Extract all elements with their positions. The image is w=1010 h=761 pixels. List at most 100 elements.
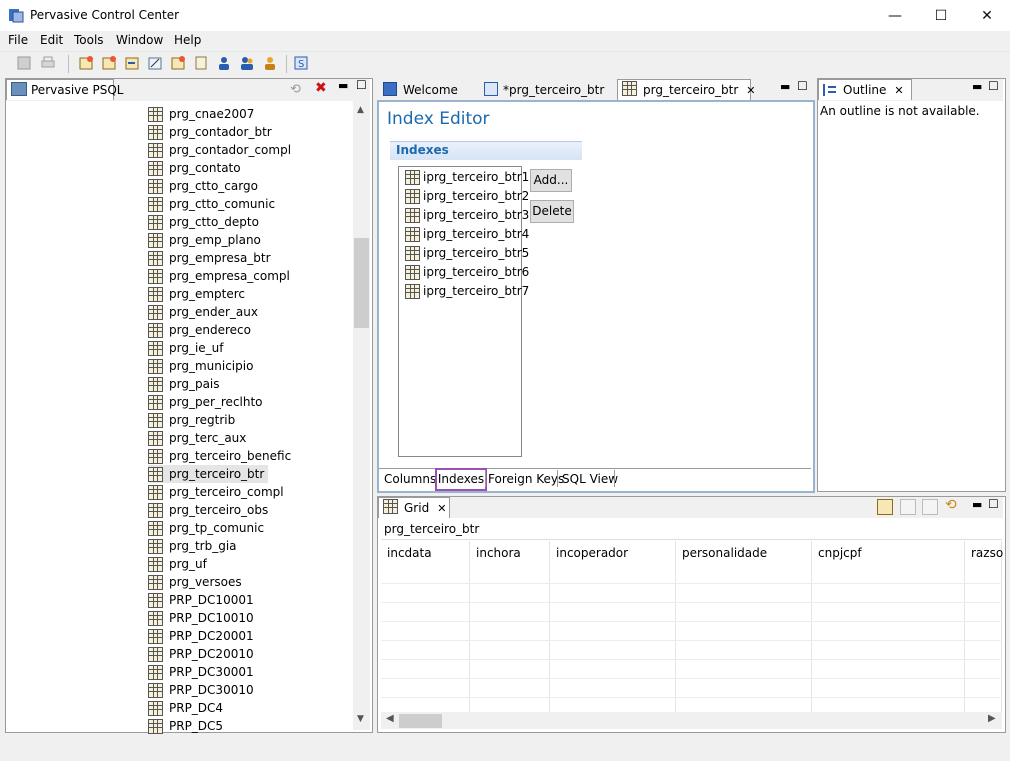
edit-row-icon[interactable] xyxy=(900,499,916,515)
scroll-right-icon[interactable]: ▶ xyxy=(988,713,996,724)
document-icon[interactable] xyxy=(193,55,211,73)
tree-item[interactable]: prg_ender_aux xyxy=(148,303,262,321)
scroll-down-icon[interactable]: ▼ xyxy=(357,714,364,724)
tree-item[interactable]: PRP_DC30010 xyxy=(148,681,258,699)
tree-item[interactable]: prg_cnae2007 xyxy=(148,105,258,123)
menu-tools[interactable]: Tools xyxy=(74,33,104,47)
tree-item[interactable]: prg_contato xyxy=(148,159,245,177)
close-button[interactable]: ✕ xyxy=(964,0,1010,31)
query-icon[interactable] xyxy=(147,55,165,73)
tree-item[interactable]: prg_pais xyxy=(148,375,224,393)
script-icon[interactable] xyxy=(170,55,188,73)
menu-help[interactable]: Help xyxy=(174,33,201,47)
add-index-button[interactable]: Add... xyxy=(530,169,572,192)
tab-indexes[interactable]: Indexes xyxy=(435,468,487,491)
hscrollbar-thumb[interactable] xyxy=(399,714,442,728)
index-item[interactable]: iprg_terceiro_btr5 xyxy=(405,244,529,262)
tree-item[interactable]: prg_terceiro_benefic xyxy=(148,447,295,465)
tree-item[interactable]: prg_per_reclhto xyxy=(148,393,267,411)
menu-window[interactable]: Window xyxy=(116,33,163,47)
copy-icon[interactable] xyxy=(922,499,938,515)
tree-item[interactable]: prg_empterc xyxy=(148,285,249,303)
tree-item[interactable]: PRP_DC4 xyxy=(148,699,227,717)
index-item[interactable]: iprg_terceiro_btr6 xyxy=(405,263,529,281)
tree-item[interactable]: PRP_DC10001 xyxy=(148,591,258,609)
refresh-grid-icon[interactable]: ⟲ xyxy=(945,497,957,513)
tree-item[interactable]: prg_contador_compl xyxy=(148,141,295,159)
minimize-button[interactable]: — xyxy=(872,0,918,31)
minimize-view-icon[interactable]: ▬ xyxy=(338,79,348,92)
tab-pervasive-psql[interactable]: Pervasive PSQL xyxy=(6,79,123,100)
tree-item[interactable]: prg_emp_plano xyxy=(148,231,265,249)
tree-item[interactable]: prg_ie_uf xyxy=(148,339,228,357)
tree-item[interactable]: prg_trb_gia xyxy=(148,537,241,555)
tree-item[interactable]: prg_municipio xyxy=(148,357,257,375)
tree-item[interactable]: prg_ctto_comunic xyxy=(148,195,279,213)
tab-foreign-keys[interactable]: Foreign Keys xyxy=(488,469,564,489)
tree-item[interactable]: PRP_DC20010 xyxy=(148,645,258,663)
menu-file[interactable]: File xyxy=(8,33,28,47)
index-item[interactable]: iprg_terceiro_btr4 xyxy=(405,225,529,243)
tab-columns[interactable]: Columns xyxy=(384,469,436,489)
delete-index-button[interactable]: Delete xyxy=(530,200,574,223)
tree-item[interactable]: prg_terceiro_btr xyxy=(148,465,269,483)
menu-edit[interactable]: Edit xyxy=(40,33,63,47)
tree-item[interactable]: PRP_DC10010 xyxy=(148,609,258,627)
grid-hscrollbar[interactable] xyxy=(381,712,1002,729)
sql-editor-icon[interactable]: S xyxy=(293,55,311,73)
tree-item[interactable]: prg_uf xyxy=(148,555,211,573)
close-tab-icon[interactable]: ✕ xyxy=(894,84,903,97)
grid-column-header[interactable]: razso xyxy=(971,546,1003,560)
tab-grid[interactable]: Grid ✕ xyxy=(378,497,450,518)
tab-welcome[interactable]: Welcome xyxy=(381,80,471,100)
tab-sql-view[interactable]: SQL View xyxy=(562,469,618,489)
scroll-left-icon[interactable]: ◀ xyxy=(386,713,394,724)
tree-item[interactable]: PRP_DC5 xyxy=(148,717,227,735)
tree-item[interactable]: prg_ctto_cargo xyxy=(148,177,262,195)
tab-outline[interactable]: Outline ✕ xyxy=(818,79,912,100)
minimize-view-icon[interactable]: ▬ xyxy=(780,80,790,93)
maximize-view-icon[interactable]: ☐ xyxy=(988,497,999,511)
maximize-view-icon[interactable]: ☐ xyxy=(797,79,808,93)
group-icon[interactable] xyxy=(262,55,280,73)
add-row-icon[interactable] xyxy=(877,499,893,515)
import-icon[interactable] xyxy=(124,55,142,73)
tab-prg-terceiro-btr-active[interactable]: prg_terceiro_btr ✕ xyxy=(617,79,756,100)
maximize-view-icon[interactable]: ☐ xyxy=(988,79,999,93)
tree-item[interactable]: prg_endereco xyxy=(148,321,255,339)
refresh-icon[interactable]: ⟲ xyxy=(290,82,301,97)
print-icon[interactable] xyxy=(40,55,58,73)
tree-item[interactable]: PRP_DC20001 xyxy=(148,627,258,645)
tree-item[interactable]: prg_terceiro_obs xyxy=(148,501,272,519)
user-icon[interactable] xyxy=(216,55,234,73)
index-item[interactable]: iprg_terceiro_btr1 xyxy=(405,168,529,186)
index-item[interactable]: iprg_terceiro_btr3 xyxy=(405,206,529,224)
delete-icon[interactable]: ✖ xyxy=(315,80,327,96)
close-tab-icon[interactable]: ✕ xyxy=(746,84,755,97)
scrollbar-thumb[interactable] xyxy=(354,238,369,328)
grid-column-header[interactable]: incdata xyxy=(387,546,432,560)
new-table-alt-icon[interactable] xyxy=(101,55,119,73)
tab-prg-terceiro-btr-sql[interactable]: *prg_terceiro_btr xyxy=(482,80,612,100)
tree-item[interactable]: PRP_DC30001 xyxy=(148,663,258,681)
grid-column-header[interactable]: inchora xyxy=(476,546,521,560)
tree-item[interactable]: prg_tp_comunic xyxy=(148,519,268,537)
minimize-view-icon[interactable]: ▬ xyxy=(972,498,982,511)
minimize-view-icon[interactable]: ▬ xyxy=(972,80,982,93)
tree-item[interactable]: prg_versoes xyxy=(148,573,246,591)
tree-item[interactable]: prg_empresa_btr xyxy=(148,249,275,267)
users-icon[interactable] xyxy=(239,55,257,73)
grid-column-header[interactable]: personalidade xyxy=(682,546,767,560)
tree-item[interactable]: prg_ctto_depto xyxy=(148,213,263,231)
save-icon[interactable] xyxy=(16,55,34,73)
maximize-button[interactable]: ☐ xyxy=(918,0,964,31)
tree-item[interactable]: prg_regtrib xyxy=(148,411,239,429)
grid-column-header[interactable]: incoperador xyxy=(556,546,628,560)
scroll-up-icon[interactable]: ▲ xyxy=(357,105,364,115)
index-item[interactable]: iprg_terceiro_btr2 xyxy=(405,187,529,205)
tree-item[interactable]: prg_terceiro_compl xyxy=(148,483,288,501)
tree-item[interactable]: prg_contador_btr xyxy=(148,123,276,141)
tree-scrollbar[interactable] xyxy=(353,101,370,730)
tree-item[interactable]: prg_empresa_compl xyxy=(148,267,294,285)
new-table-icon[interactable] xyxy=(78,55,96,73)
